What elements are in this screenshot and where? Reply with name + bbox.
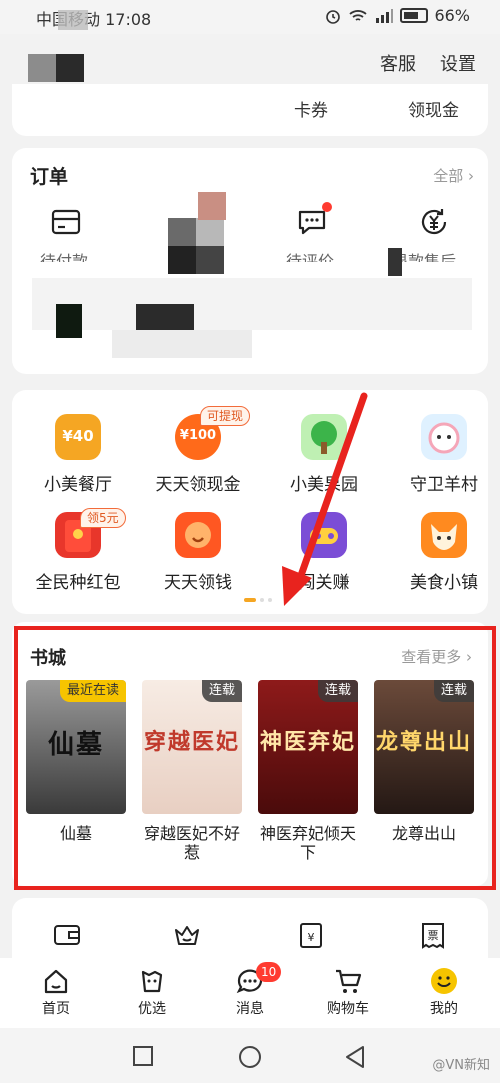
back-icon[interactable] [344, 1045, 366, 1069]
bag-icon [141, 970, 163, 993]
tab-home[interactable]: 首页 [16, 966, 96, 1018]
svg-text:¥: ¥ [308, 931, 315, 944]
crown-icon[interactable] [172, 920, 202, 950]
message-count-badge: 10 [256, 962, 282, 982]
highlight-box [14, 626, 496, 890]
tab-label: 我的 [430, 1001, 458, 1017]
watermark: @VN新知 [432, 1058, 490, 1073]
home-icon [44, 969, 68, 994]
tab-label: 优选 [138, 1001, 166, 1017]
svg-text:票: 票 [428, 929, 439, 942]
recent-apps-icon[interactable] [132, 1045, 154, 1067]
bill-icon[interactable]: ¥ [296, 920, 326, 950]
tab-me[interactable]: 我的 [404, 966, 484, 1018]
system-nav-bar: @VN新知 [0, 1028, 500, 1083]
tab-messages[interactable]: 10 消息 [210, 962, 290, 1018]
wallet-icon[interactable] [52, 920, 82, 950]
bottom-tab-bar: 首页 优选 10 消息 购物车 我的 [0, 958, 500, 1028]
tab-label: 消息 [236, 1001, 264, 1017]
tab-label: 首页 [42, 1001, 70, 1017]
home-nav-icon[interactable] [238, 1045, 262, 1069]
smile-icon [431, 968, 457, 994]
tab-cart[interactable]: 购物车 [308, 966, 388, 1018]
cart-icon [336, 969, 362, 993]
tab-label: 购物车 [327, 1001, 369, 1017]
ticket-icon[interactable]: 票 [418, 920, 448, 950]
tab-featured[interactable]: 优选 [112, 966, 192, 1018]
